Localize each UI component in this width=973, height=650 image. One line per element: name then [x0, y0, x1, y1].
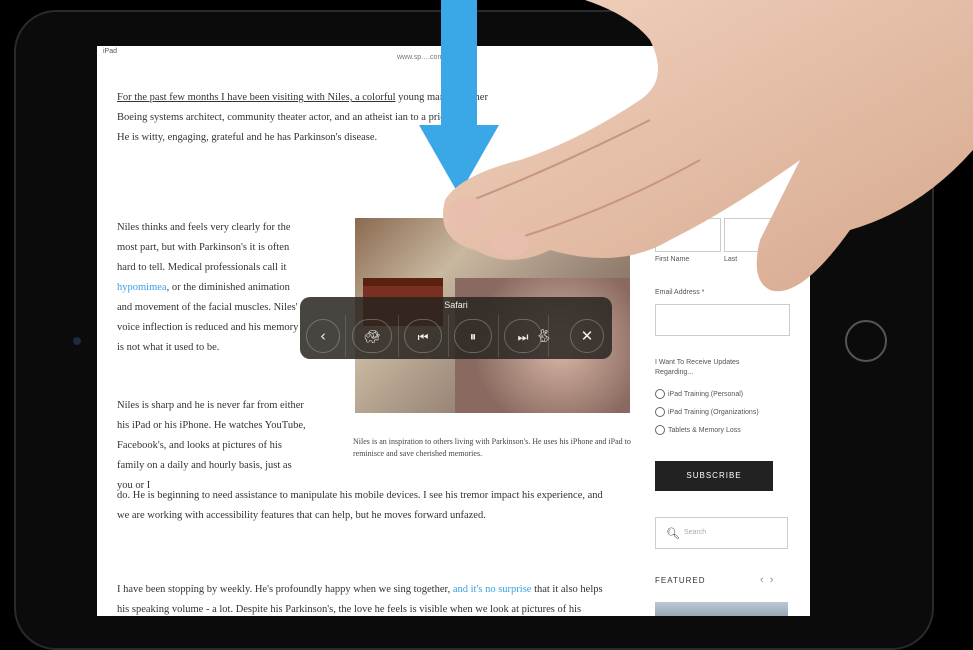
chevron-right-icon[interactable]: ›	[770, 574, 774, 586]
checkbox[interactable]	[655, 425, 665, 435]
home-button[interactable]	[845, 320, 887, 362]
option-personal[interactable]: iPad Training (Personal)	[655, 389, 743, 399]
divider	[345, 315, 346, 357]
turtle-icon: 🐢︎	[363, 330, 381, 345]
featured-image[interactable]	[655, 602, 788, 616]
checkbox[interactable]	[655, 389, 665, 399]
divider	[398, 315, 399, 357]
divider	[498, 315, 499, 357]
photo-caption: Niles is an inspiration to others living…	[353, 437, 631, 458]
paragraph-4: do. He is beginning to need assistance t…	[117, 490, 603, 521]
option-organizations[interactable]: iPad Training (Organizations)	[655, 407, 759, 417]
pause-icon: ⏸	[469, 330, 477, 345]
p5-text: I have been stopping by weekly. He's pro…	[117, 584, 451, 595]
paragraph-2: Niles thinks and feels very clearly for …	[117, 218, 307, 358]
search-icon: 🔍︎	[666, 528, 680, 540]
option-label: iPad Training (Organizations)	[668, 408, 759, 416]
option-label: Tablets & Memory Loss	[668, 426, 741, 434]
hypomimea-link[interactable]: hypomimea	[117, 282, 167, 293]
faster-button[interactable]: 🐇︎	[526, 319, 562, 353]
divider	[448, 315, 449, 357]
rewind-icon: ⏮	[417, 330, 429, 344]
camera	[73, 337, 81, 345]
option-label: iPad Training (Personal)	[668, 390, 744, 398]
device-label: iPad	[103, 48, 118, 55]
p1-line3: He is witty, engaging, grateful and he h…	[117, 132, 378, 143]
updates-label: I Want To Receive Updates Regarding...	[655, 359, 740, 376]
close-icon: ✕	[580, 327, 594, 345]
search-input[interactable]: 🔍︎ Search	[655, 517, 788, 549]
featured-heading: FEATURED	[655, 576, 706, 585]
back-button[interactable]: ‹	[306, 319, 340, 353]
option-memory[interactable]: Tablets & Memory Loss	[655, 425, 741, 435]
subscribe-button[interactable]: SUBSCRIBE	[655, 461, 773, 491]
p2-text: Niles thinks and feels very clearly for …	[117, 222, 291, 273]
chevron-left-icon[interactable]: ‹	[760, 574, 764, 586]
selected-sentence[interactable]: For the past few months I have been visi…	[117, 92, 396, 103]
pause-button[interactable]: ⏸	[454, 319, 492, 353]
surprise-link[interactable]: and it's no surprise	[453, 584, 532, 595]
hand-image	[443, 0, 973, 292]
close-button[interactable]: ✕	[570, 319, 604, 353]
chevron-left-icon: ‹	[320, 327, 326, 345]
slower-button[interactable]: 🐢︎	[352, 319, 392, 353]
rabbit-icon: 🐇︎	[535, 329, 553, 344]
paragraph-5: I have been stopping by weekly. He's pro…	[117, 580, 607, 616]
search-placeholder: Search	[684, 529, 707, 536]
checkbox[interactable]	[655, 407, 665, 417]
p1-line2: Boeing systems architect, community thea…	[117, 112, 393, 123]
paragraph-3: Niles is sharp and he is never far from …	[117, 400, 306, 491]
previous-button[interactable]: ⏮	[404, 319, 442, 353]
featured-nav[interactable]: ‹ ›	[760, 574, 773, 586]
